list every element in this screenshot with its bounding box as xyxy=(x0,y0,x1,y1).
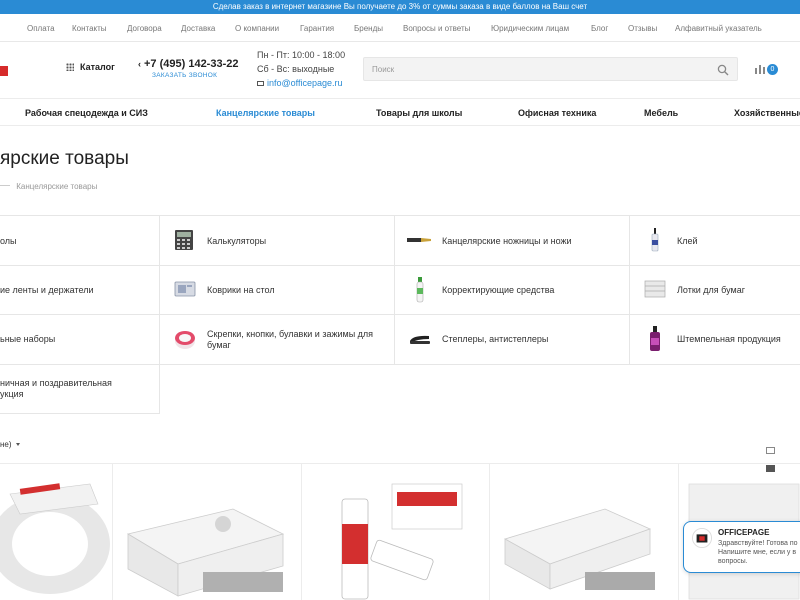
glue-icon xyxy=(651,228,659,252)
callback-link[interactable]: ЗАКАЗАТЬ ЗВОНОК xyxy=(152,72,217,79)
product-image xyxy=(503,508,655,590)
subcategory-tile[interactable]: Лотки для бумаг xyxy=(630,266,800,315)
category-nav-school[interactable]: Товары для школы xyxy=(376,108,462,118)
chat-widget[interactable]: OFFICEPAGE Здравствуйте! Готова по Напиш… xyxy=(683,521,800,573)
sort-label: не) xyxy=(0,440,12,449)
subcategory-tile[interactable]: Штемпельная продукция xyxy=(630,315,800,365)
subcategory-label: Калькуляторы xyxy=(207,236,267,246)
search-box xyxy=(363,57,738,81)
subcategory-tile[interactable]: Клей xyxy=(630,216,800,266)
caret-down-icon xyxy=(15,443,20,446)
subcategory-label: Штемпельная продукция xyxy=(677,334,781,344)
subcategory-tile[interactable]: Калькуляторы xyxy=(160,216,395,266)
breadcrumb-current: Канцелярские товары xyxy=(16,182,98,191)
subcategory-label: Корректирующие средства xyxy=(442,285,555,295)
category-nav-furniture[interactable]: Мебель xyxy=(644,108,678,118)
envelope-icon xyxy=(257,81,264,86)
subcategory-label: ничная и поздравительная укция xyxy=(0,378,112,399)
top-nav-link-contacts[interactable]: Контакты xyxy=(72,24,107,33)
subcategory-tile[interactable]: Скрепки, кнопки, булавки и зажимы для бу… xyxy=(160,315,395,365)
product-grid xyxy=(0,463,800,600)
phone-text: +7 (495) 142-33-22 xyxy=(144,58,239,70)
promo-banner: Сделав заказ в интернет магазине Вы полу… xyxy=(0,0,800,14)
subcategory-tile[interactable]: ьные наборы xyxy=(0,315,160,365)
subcategory-tile[interactable]: Степлеры, антистеплеры xyxy=(395,315,630,365)
grid-icon xyxy=(66,63,74,71)
catalog-label: Каталог xyxy=(80,62,115,72)
top-nav-link-brands[interactable]: Бренды xyxy=(354,24,383,33)
desk-mat-icon xyxy=(174,281,196,297)
catalog-button[interactable]: Каталог xyxy=(66,62,115,72)
corrector-icon xyxy=(416,277,424,303)
phone-chevron-icon: ‹ xyxy=(138,59,141,69)
category-nav: Рабочая спецодежда и СИЗ Канцелярские то… xyxy=(0,98,800,126)
breadcrumb: Канцелярские товары xyxy=(0,182,97,191)
top-nav-link-faq[interactable]: Вопросы и ответы xyxy=(403,24,470,33)
logo[interactable] xyxy=(0,66,8,76)
email-text: info@officepage.ru xyxy=(267,78,343,88)
product-image xyxy=(126,508,285,597)
top-nav-link-alphabet[interactable]: Алфавитный указатель xyxy=(675,24,762,33)
site-header: Каталог ‹ +7 (495) 142-33-22 ЗАКАЗАТЬ ЗВО… xyxy=(0,42,800,98)
category-nav-household[interactable]: Хозяйственные xyxy=(734,108,800,118)
subcategory-label: ьные наборы xyxy=(0,334,56,344)
subcategory-label: Степлеры, антистеплеры xyxy=(442,334,549,344)
subcategory-tile[interactable]: Коврики на стол xyxy=(160,266,395,315)
subcategory-tile[interactable]: ничная и поздравительная укция xyxy=(0,365,160,414)
product-card[interactable] xyxy=(302,463,490,600)
chat-agent-name: OFFICEPAGE xyxy=(718,528,770,537)
top-nav-link-payment[interactable]: Оплата xyxy=(27,24,55,33)
stamp-ink-icon xyxy=(650,326,660,351)
compare-icon[interactable] xyxy=(754,64,766,74)
calculator-icon xyxy=(175,230,193,250)
top-nav-link-contracts[interactable]: Договора xyxy=(127,24,162,33)
product-image xyxy=(0,483,110,594)
stapler-icon xyxy=(410,335,430,344)
page-title: ярские товары xyxy=(0,148,129,169)
chat-avatar-icon xyxy=(692,528,712,548)
subcategory-label: Клей xyxy=(677,236,698,246)
sort-dropdown[interactable]: не) xyxy=(0,440,20,449)
subcategory-grid: олы Калькуляторы Канцелярские ножницы и … xyxy=(0,215,800,415)
subcategory-label: олы xyxy=(0,236,17,246)
email-link[interactable]: info@officepage.ru xyxy=(257,78,343,88)
subcategory-label: Коврики на стол xyxy=(207,285,275,295)
category-nav-office-equipment[interactable]: Офисная техника xyxy=(518,108,596,118)
chat-message: Здравствуйте! Готова по Напишите мне, ес… xyxy=(718,540,798,565)
top-nav: Оплата Контакты Договора Доставка О комп… xyxy=(0,14,800,42)
subcategory-tile[interactable]: ие ленты и держатели xyxy=(0,266,160,315)
phone-number[interactable]: ‹ +7 (495) 142-33-22 xyxy=(138,58,238,70)
subcategory-label: ие ленты и держатели xyxy=(0,285,94,295)
subcategory-tile[interactable]: Канцелярские ножницы и ножи xyxy=(395,216,630,266)
subcategory-tile[interactable]: Корректирующие средства xyxy=(395,266,630,315)
subcategory-label: Лотки для бумаг xyxy=(677,285,746,295)
product-image xyxy=(341,483,463,600)
top-nav-link-reviews[interactable]: Отзывы xyxy=(628,24,657,33)
list-view-icon[interactable] xyxy=(766,447,775,454)
breadcrumb-separator xyxy=(0,185,10,186)
category-nav-workwear[interactable]: Рабочая спецодежда и СИЗ xyxy=(25,108,148,118)
compare-count-badge: 0 xyxy=(767,64,778,75)
subcategory-tile[interactable]: олы xyxy=(0,216,160,266)
product-card[interactable] xyxy=(0,463,113,600)
search-icon[interactable] xyxy=(717,64,729,76)
product-card[interactable] xyxy=(113,463,302,600)
paper-tray-icon xyxy=(644,280,666,298)
subcategory-label: Скрепки, кнопки, булавки и зажимы для бу… xyxy=(207,329,374,350)
knife-icon xyxy=(407,238,431,242)
search-input[interactable] xyxy=(372,63,702,75)
subcategory-label: Канцелярские ножницы и ножи xyxy=(442,236,572,246)
paperclips-icon xyxy=(175,331,195,349)
hours-weekend: Сб - Вс: выходные xyxy=(257,64,335,74)
top-nav-link-warranty[interactable]: Гарантия xyxy=(300,24,334,33)
hours-weekday: Пн - Пт: 10:00 - 18:00 xyxy=(257,50,346,60)
category-nav-stationery[interactable]: Канцелярские товары xyxy=(216,108,315,118)
top-nav-link-about[interactable]: О компании xyxy=(235,24,279,33)
top-nav-link-legal[interactable]: Юридическим лицам xyxy=(491,24,569,33)
top-nav-link-blog[interactable]: Блог xyxy=(591,24,608,33)
product-card[interactable] xyxy=(490,463,679,600)
top-nav-link-delivery[interactable]: Доставка xyxy=(181,24,215,33)
